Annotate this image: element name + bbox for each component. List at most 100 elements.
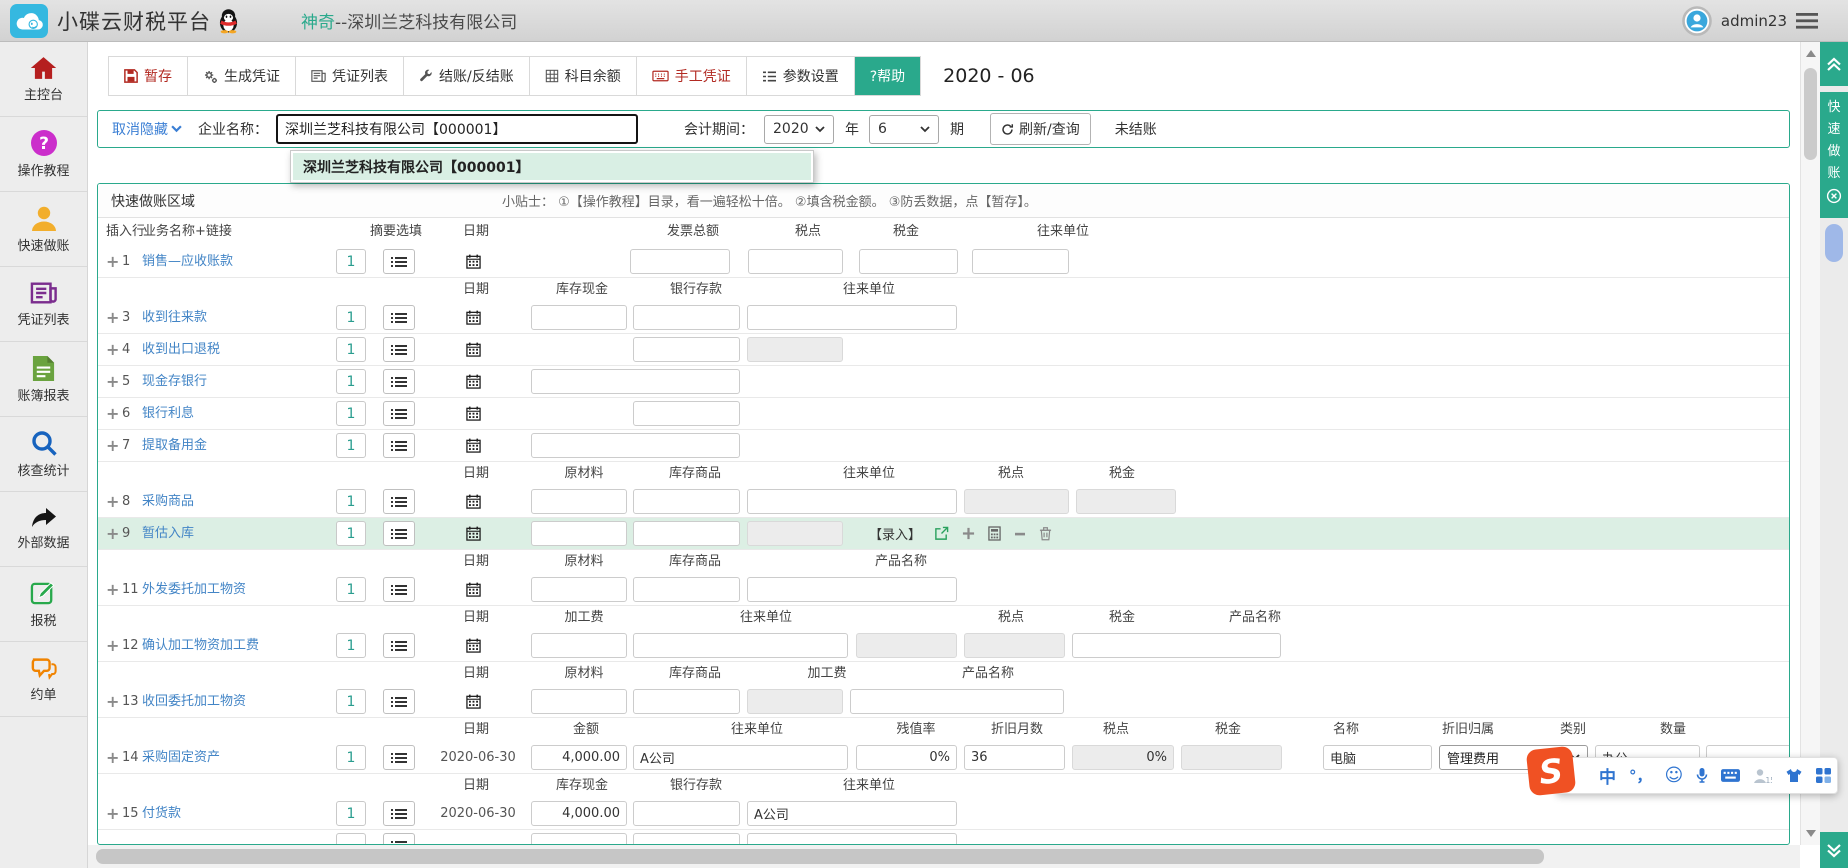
- insert-row-icon[interactable]: +: [106, 302, 119, 333]
- summary-list-button[interactable]: [383, 249, 415, 274]
- count-input[interactable]: [336, 801, 366, 826]
- cell-input[interactable]: [633, 577, 740, 602]
- cell-input[interactable]: [531, 305, 627, 330]
- insert-row-icon[interactable]: +: [106, 366, 119, 397]
- cell-input[interactable]: [747, 305, 957, 330]
- calendar-icon[interactable]: [466, 254, 481, 269]
- summary-list-button[interactable]: [383, 337, 415, 362]
- sidebar-item-question[interactable]: ?操作教程: [0, 117, 87, 192]
- cell-input[interactable]: [633, 521, 740, 546]
- count-input[interactable]: [336, 745, 366, 770]
- sidebar-item-tax[interactable]: 报税: [0, 567, 87, 642]
- sidebar-item-home[interactable]: 主控台: [0, 42, 87, 117]
- insert-row-icon[interactable]: +: [106, 742, 119, 773]
- toolbar-button-save[interactable]: 暂存: [109, 57, 187, 95]
- count-input[interactable]: [336, 401, 366, 426]
- cell-input[interactable]: [856, 745, 957, 770]
- sidebar-item-report[interactable]: 账簿报表: [0, 342, 87, 417]
- business-link[interactable]: 收到出口退税: [142, 334, 220, 365]
- business-link[interactable]: 收到往来款: [142, 302, 207, 333]
- plus-icon[interactable]: [962, 527, 975, 540]
- insert-row-icon[interactable]: +: [106, 574, 119, 605]
- count-input[interactable]: [336, 689, 366, 714]
- calendar-icon[interactable]: [466, 374, 481, 389]
- calendar-icon[interactable]: [466, 694, 481, 709]
- collapse-down-button[interactable]: [1820, 832, 1848, 868]
- vertical-scroll-thumb[interactable]: [1804, 68, 1817, 160]
- cell-input[interactable]: [972, 249, 1069, 274]
- cell-input[interactable]: [531, 489, 627, 514]
- insert-row-icon[interactable]: +: [106, 686, 119, 717]
- business-link[interactable]: 采购商品: [142, 486, 194, 517]
- insert-row-icon[interactable]: +: [106, 430, 119, 461]
- cell-input[interactable]: [1323, 745, 1432, 770]
- calendar-icon[interactable]: [466, 438, 481, 453]
- cell-input[interactable]: [531, 801, 627, 826]
- cell-input[interactable]: [531, 745, 627, 770]
- qq-icon[interactable]: [218, 8, 239, 34]
- scroll-up-arrow[interactable]: [1806, 50, 1816, 57]
- insert-row-icon[interactable]: +: [106, 334, 119, 365]
- refresh-query-button[interactable]: 刷新/查询: [990, 113, 1091, 145]
- scroll-down-arrow[interactable]: [1806, 830, 1816, 837]
- calendar-icon[interactable]: [466, 494, 481, 509]
- summary-list-button[interactable]: [383, 521, 415, 546]
- insert-row-icon[interactable]: +: [106, 630, 119, 661]
- toolbar-button-manual[interactable]: 手工凭证: [636, 57, 746, 95]
- summary-list-button[interactable]: [383, 369, 415, 394]
- cell-input[interactable]: [850, 689, 1064, 714]
- calc-icon[interactable]: [988, 526, 1001, 541]
- calendar-icon[interactable]: [466, 310, 481, 325]
- business-link[interactable]: 收回委托加工物资: [142, 686, 246, 717]
- calendar-icon[interactable]: [466, 342, 481, 357]
- sidebar-item-voucher[interactable]: 凭证列表: [0, 267, 87, 342]
- cancel-hide-link[interactable]: 取消隐藏: [112, 119, 182, 139]
- menu-icon[interactable]: [1796, 13, 1818, 29]
- cell-input[interactable]: [531, 633, 627, 658]
- summary-list-button[interactable]: [383, 305, 415, 330]
- calendar-icon[interactable]: [466, 526, 481, 541]
- toolbar-button-balance[interactable]: 科目余额: [529, 57, 636, 95]
- sidebar-item-arrow[interactable]: 外部数据: [0, 492, 87, 567]
- summary-list-button[interactable]: [383, 489, 415, 514]
- insert-row-icon[interactable]: +: [106, 246, 119, 277]
- business-link[interactable]: 银行利息: [142, 398, 194, 429]
- cell-input[interactable]: [633, 689, 740, 714]
- count-input[interactable]: [336, 577, 366, 602]
- cell-input[interactable]: [747, 489, 957, 514]
- summary-list-button[interactable]: [383, 433, 415, 458]
- ime-emoji-icon[interactable]: ☺: [1665, 765, 1684, 786]
- business-link[interactable]: 销售—应收账款: [142, 246, 233, 277]
- ime-toolbox-icon[interactable]: [1816, 768, 1831, 783]
- count-input[interactable]: [336, 369, 366, 394]
- cell-input[interactable]: [633, 401, 740, 426]
- business-link[interactable]: 暂估入库: [142, 518, 194, 549]
- ime-user-level-icon[interactable]: 15: [1753, 768, 1772, 784]
- count-input[interactable]: [336, 833, 366, 845]
- summary-list-button[interactable]: [383, 833, 415, 845]
- count-input[interactable]: [336, 305, 366, 330]
- summary-list-button[interactable]: [383, 633, 415, 658]
- business-link[interactable]: 提取备用金: [142, 430, 207, 461]
- horizontal-scroll-thumb[interactable]: [96, 849, 1544, 864]
- cell-input[interactable]: [964, 745, 1065, 770]
- summary-list-button[interactable]: [383, 689, 415, 714]
- count-input[interactable]: [336, 633, 366, 658]
- ime-soft-keyboard-icon[interactable]: [1721, 769, 1740, 782]
- count-input[interactable]: [336, 433, 366, 458]
- cell-input[interactable]: [633, 489, 740, 514]
- cell-input[interactable]: [633, 833, 740, 845]
- cell-input[interactable]: [748, 249, 843, 274]
- suggestion-item[interactable]: 深圳兰芝科技有限公司【000001】: [293, 153, 811, 180]
- cell-input[interactable]: [747, 833, 957, 845]
- cell-input[interactable]: [531, 577, 627, 602]
- insert-row-icon[interactable]: +: [106, 398, 119, 429]
- toolbar-button-voucher-list[interactable]: 凭证列表: [295, 57, 403, 95]
- cell-input[interactable]: [859, 249, 958, 274]
- count-input[interactable]: [336, 249, 366, 274]
- business-link[interactable]: 外发委托加工物资: [142, 574, 246, 605]
- cell-input[interactable]: [633, 745, 848, 770]
- summary-list-button[interactable]: [383, 745, 415, 770]
- sogou-ime-logo[interactable]: S: [1526, 746, 1577, 797]
- ime-skin-icon[interactable]: [1785, 768, 1803, 783]
